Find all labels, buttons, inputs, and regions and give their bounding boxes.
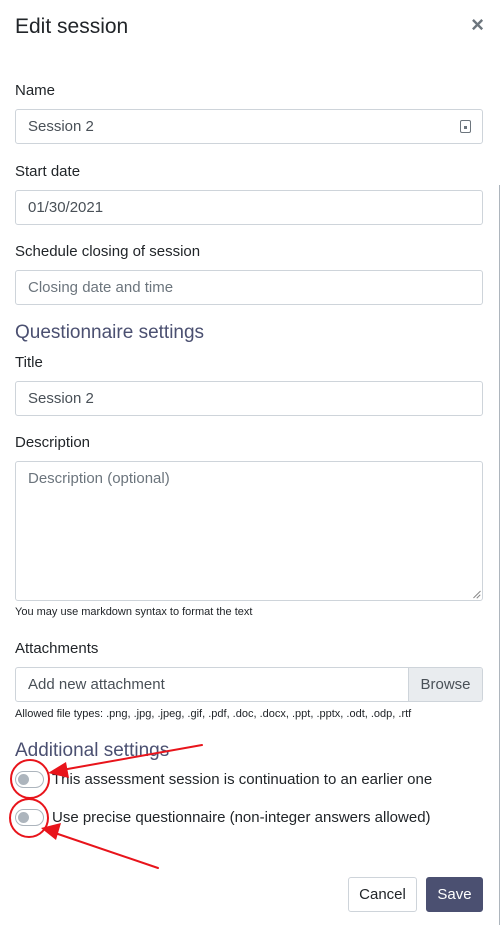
attachments-label: Attachments	[15, 640, 99, 657]
close-button[interactable]: ×	[471, 14, 484, 36]
attachment-file-input[interactable]: Add new attachment Browse	[15, 667, 483, 702]
continuation-toggle-label: This assessment session is continuation …	[52, 771, 433, 788]
allowed-file-types: Allowed file types: .png, .jpg, .jpeg, .…	[15, 708, 412, 720]
name-label: Name	[15, 82, 56, 99]
closing-datetime-input[interactable]	[15, 270, 483, 305]
toggle-knob	[18, 812, 29, 823]
additional-settings-heading: Additional settings	[15, 740, 170, 761]
browse-button[interactable]: Browse	[408, 668, 482, 701]
continuation-toggle[interactable]	[15, 771, 44, 788]
edit-session-modal: Edit session × Name Start date Schedule …	[0, 0, 500, 925]
start-date-label: Start date	[15, 163, 81, 180]
resize-grip-icon[interactable]	[472, 590, 481, 599]
title-label: Title	[15, 354, 43, 371]
markdown-hint: You may use markdown syntax to format th…	[15, 606, 253, 618]
modal-title: Edit session	[15, 15, 129, 38]
questionnaire-settings-heading: Questionnaire settings	[15, 322, 205, 343]
save-button[interactable]: Save	[426, 877, 483, 912]
name-input[interactable]	[15, 109, 483, 144]
title-input[interactable]	[15, 381, 483, 416]
precise-questionnaire-toggle-label: Use precise questionnaire (non-integer a…	[52, 809, 431, 826]
start-date-input[interactable]	[15, 190, 483, 225]
cancel-button[interactable]: Cancel	[348, 877, 417, 912]
contact-card-icon	[460, 120, 471, 133]
arrow-line-2	[54, 832, 159, 869]
description-textarea[interactable]	[15, 461, 483, 601]
toggle-knob	[18, 774, 29, 785]
closing-label: Schedule closing of session	[15, 243, 201, 260]
attachment-placeholder: Add new attachment	[28, 676, 165, 693]
description-label: Description	[15, 434, 91, 451]
precise-questionnaire-toggle[interactable]	[15, 809, 44, 826]
